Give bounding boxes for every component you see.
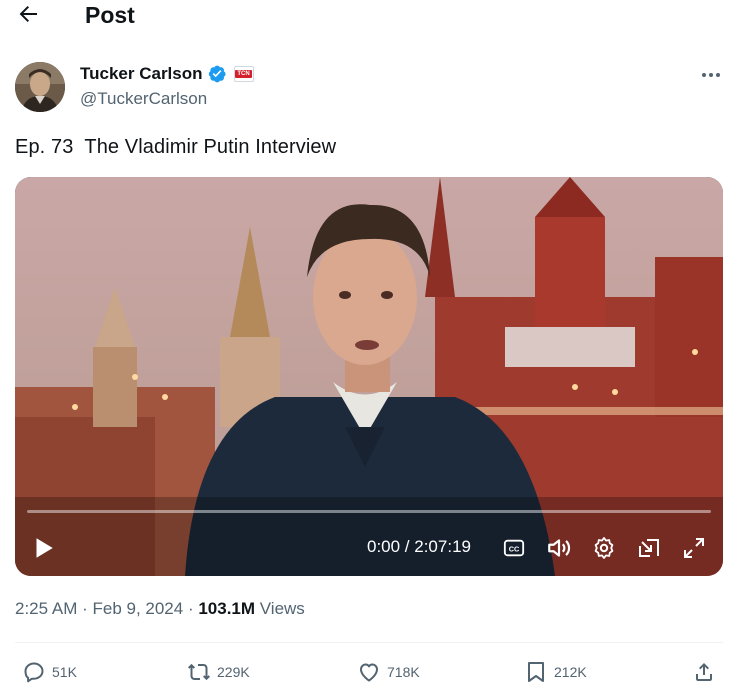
reply-icon <box>24 662 44 683</box>
post-time[interactable]: 2:25 AM <box>15 599 77 618</box>
repost-icon <box>188 663 210 681</box>
author-row: Tucker Carlson TCN <box>80 63 254 85</box>
post-date[interactable]: Feb 9, 2024 <box>92 599 183 618</box>
video-time: 0:00 / 2:07:19 <box>367 537 471 556</box>
like-count: 718K <box>387 664 420 680</box>
views-label: Views <box>255 599 305 618</box>
top-bar: Post <box>0 0 739 30</box>
bookmark-button[interactable]: 212K <box>524 658 587 686</box>
captions-icon[interactable]: CC <box>503 537 525 559</box>
reply-button[interactable]: 51K <box>22 658 77 686</box>
share-button[interactable] <box>692 658 716 686</box>
settings-gear-icon[interactable] <box>592 536 616 560</box>
play-icon[interactable] <box>30 535 56 561</box>
repost-count: 229K <box>217 664 250 680</box>
page-title: Post <box>85 2 135 28</box>
verified-badge-icon[interactable] <box>207 64 227 84</box>
heart-icon <box>360 663 378 682</box>
like-button[interactable]: 718K <box>357 658 420 686</box>
post-text: Ep. 73 The Vladimir Putin Interview <box>15 136 337 158</box>
author-handle[interactable]: @TuckerCarlson <box>80 89 207 109</box>
meta-separator: · <box>183 599 199 618</box>
divider <box>15 642 723 643</box>
views-count: 103.1M <box>198 599 256 618</box>
svg-text:CC: CC <box>509 545 520 554</box>
post-meta: 2:25 AM · Feb 9, 2024 · 103.1M Views <box>15 599 305 619</box>
affiliate-badge-label: TCN <box>235 70 252 78</box>
repost-button[interactable]: 229K <box>187 658 250 686</box>
bookmark-count: 212K <box>554 664 587 680</box>
video-frame <box>15 177 723 576</box>
picture-in-picture-icon[interactable] <box>637 536 661 560</box>
affiliate-badge[interactable]: TCN <box>233 66 254 82</box>
video-player[interactable]: 0:00 / 2:07:19 CC <box>15 177 723 576</box>
volume-icon[interactable] <box>546 535 572 561</box>
author-name[interactable]: Tucker Carlson <box>80 64 203 84</box>
share-icon <box>696 663 712 681</box>
bookmark-icon <box>528 662 544 682</box>
reply-count: 51K <box>52 664 77 680</box>
fullscreen-icon[interactable] <box>682 536 706 560</box>
meta-separator: · <box>77 599 93 618</box>
more-options-icon[interactable] <box>699 63 723 87</box>
avatar[interactable] <box>15 62 65 112</box>
video-progress-bar[interactable] <box>27 510 711 513</box>
back-arrow-icon[interactable] <box>16 2 40 26</box>
